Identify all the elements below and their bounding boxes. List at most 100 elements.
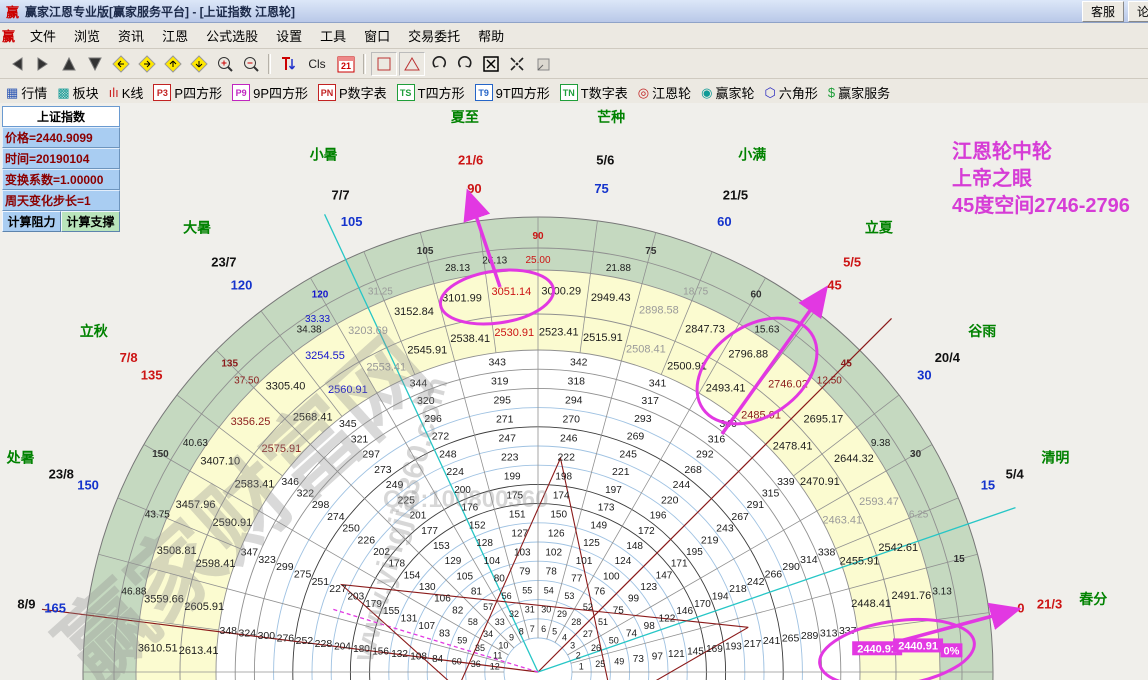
forum-button[interactable]: 论坛	[1128, 1, 1148, 22]
wheel-value-label: 223	[501, 451, 519, 463]
wheel-value-label: 241	[763, 635, 781, 647]
menu-item-窗口[interactable]: 窗口	[355, 26, 399, 47]
wheel-value-label: 11	[493, 650, 502, 660]
wheel-value-label: 2949.43	[591, 292, 631, 304]
toolbar-item-9P四方形[interactable]: P99P四方形	[232, 83, 308, 102]
wheel-value-label: 104	[484, 556, 501, 567]
wheel-value-label: 3101.99	[442, 293, 482, 305]
shift-right-button[interactable]	[135, 53, 159, 75]
calc-support-button[interactable]: 计算支撑	[61, 211, 120, 232]
app-logo-icon: 赢	[6, 2, 19, 21]
wheel-value-label: 276	[277, 633, 295, 645]
wheel-value-label: 60	[452, 656, 462, 666]
wheel-value-label: 谷雨	[968, 323, 996, 339]
wheel-value-label: 318	[568, 375, 586, 387]
wheel-value-label: 153	[433, 541, 450, 552]
service-button[interactable]: 客服	[1082, 1, 1124, 22]
zoom-out-button[interactable]	[239, 53, 263, 75]
toolbar-item-T四方形[interactable]: TST四方形	[397, 83, 465, 102]
wheel-value-label: 147	[656, 570, 673, 581]
wheel-value-label: 32	[509, 609, 519, 619]
wheel-value-label: 105	[456, 571, 473, 582]
wheel-value-label: 196	[650, 511, 667, 522]
pin-button[interactable]	[531, 53, 555, 75]
info-row-2: 变换系数=1.00000	[2, 169, 120, 190]
menu-item-文件[interactable]: 文件	[21, 26, 65, 47]
calc-resistance-button[interactable]: 计算阻力	[2, 211, 61, 232]
menu-item-资讯[interactable]: 资讯	[109, 26, 153, 47]
wheel-value-label: 小满	[738, 147, 766, 163]
menu-item-帮助[interactable]: 帮助	[469, 26, 513, 47]
toolbar-item-江恩轮[interactable]: ◎江恩轮	[638, 83, 691, 102]
wheel-value-label: 2440.91	[898, 640, 938, 652]
t-down-button[interactable]	[276, 53, 300, 75]
cls-button[interactable]: Cls	[302, 53, 332, 75]
menu-item-公式选股[interactable]: 公式选股	[197, 26, 267, 47]
menu-item-江恩[interactable]: 江恩	[153, 26, 197, 47]
wheel-value-label: 40.63	[183, 438, 208, 449]
fit-box-button[interactable]	[479, 53, 503, 75]
wheel-value-label: 82	[452, 605, 464, 616]
center-cross-button[interactable]	[505, 53, 529, 75]
wheel-value-label: 58	[468, 617, 478, 627]
down-button[interactable]	[83, 53, 107, 75]
wheel-value-label: 135	[221, 359, 238, 370]
wheel-value-label: 174	[553, 491, 570, 502]
wheel-value-label: 245	[619, 448, 637, 460]
wheel-value-label: 173	[598, 503, 615, 514]
wheel-value-label: 243	[716, 523, 734, 535]
wheel-value-label: 107	[418, 621, 435, 632]
prev-button[interactable]	[5, 53, 29, 75]
wheel-value-label: 120	[231, 278, 253, 293]
wheel-value-label: 2493.41	[706, 382, 746, 394]
toolbar-item-P四方形[interactable]: P3P四方形	[153, 83, 222, 102]
zoom-in-button[interactable]	[213, 53, 237, 75]
up-button[interactable]	[57, 53, 81, 75]
toolbar-item-9T四方形[interactable]: T99T四方形	[475, 83, 550, 102]
menu-item-设置[interactable]: 设置	[267, 26, 311, 47]
wheel-value-label: 90	[467, 181, 481, 196]
wheel-value-label: 0%	[943, 645, 959, 657]
wheel-value-label: 12.50	[817, 376, 842, 387]
menu-item-浏览[interactable]: 浏览	[65, 26, 109, 47]
next-button[interactable]	[31, 53, 55, 75]
toolbar-item-T数字表[interactable]: TNT数字表	[560, 83, 628, 102]
toolbar-item-六角形[interactable]: ⬡六角形	[764, 83, 817, 102]
wheel-value-label: 7/8	[120, 350, 138, 365]
wheel-value-label: 90	[532, 231, 544, 242]
wheel-value-label: 15	[981, 478, 995, 493]
wheel-value-label: 27	[583, 629, 593, 639]
toolbar-item-行情[interactable]: ▦行情	[6, 83, 47, 102]
toolbar-item-赢家轮[interactable]: ◉赢家轮	[701, 83, 754, 102]
wheel-value-label: 300	[258, 630, 276, 642]
wheel-value-label: 339	[777, 476, 795, 488]
wheel-value-label: 2448.41	[851, 598, 891, 610]
shift-left-button[interactable]	[109, 53, 133, 75]
wheel-value-label: 26.13	[482, 255, 507, 266]
rotate-cw-button[interactable]	[453, 53, 477, 75]
draw-triangle-button[interactable]	[399, 52, 425, 76]
calendar-button[interactable]: 21	[334, 53, 358, 75]
rotate-ccw-button[interactable]	[427, 53, 451, 75]
wheel-value-label: 319	[491, 375, 509, 387]
wheel-value-label: 60	[750, 289, 762, 300]
wheel-value-label: 10	[498, 640, 508, 650]
shift-up-button[interactable]	[161, 53, 185, 75]
watermark-qq: QQ:100800360	[383, 486, 548, 513]
wheel-value-label: 77	[571, 574, 583, 585]
toolbar-item-K线[interactable]: ılıK线	[109, 83, 144, 102]
menu-item-工具[interactable]: 工具	[311, 26, 355, 47]
wheel-value-label: 169	[706, 644, 723, 655]
wheel-value-label: 21/6	[458, 152, 483, 167]
draw-square-button[interactable]	[371, 52, 397, 76]
wheel-value-label: 5	[552, 627, 557, 637]
menu-item-交易委托[interactable]: 交易委托	[399, 26, 469, 47]
toolbar-item-P数字表[interactable]: PNP数字表	[318, 83, 387, 102]
wheel-value-label: 289	[801, 630, 819, 642]
toolbar-item-赢家服务[interactable]: $赢家服务	[828, 83, 890, 102]
toolbar-item-板块[interactable]: ▩板块	[57, 83, 98, 102]
shift-down-button[interactable]	[187, 53, 211, 75]
wheel-value-label: 2593.47	[859, 496, 899, 508]
wheel-value-label: 2463.41	[822, 514, 862, 526]
wheel-value-label: 9.38	[871, 438, 891, 449]
